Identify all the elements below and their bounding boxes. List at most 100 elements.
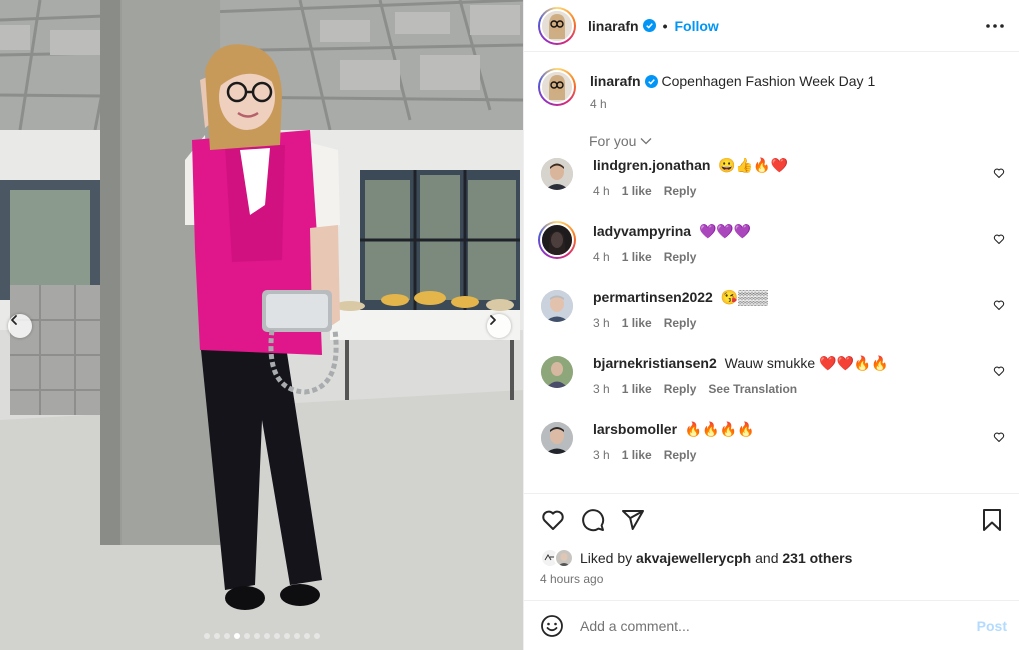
comment-text: Wauw smukke ❤️❤️🔥🔥: [724, 355, 889, 371]
verified-icon: [644, 75, 658, 88]
comment-username[interactable]: lindgren.jonathan: [593, 157, 710, 173]
reply-button[interactable]: Reply: [664, 316, 697, 330]
avatar-image: [542, 72, 572, 102]
heart-icon[interactable]: [993, 299, 1005, 311]
post-photo: [0, 0, 523, 650]
follow-button[interactable]: Follow: [674, 18, 718, 34]
separator-dot: •: [662, 17, 668, 34]
post-header: linarafn • Follow: [524, 0, 1019, 52]
carousel-next-button[interactable]: [487, 314, 511, 338]
comment-input[interactable]: [580, 617, 977, 634]
liked-by-prefix: Liked by: [580, 550, 633, 566]
more-icon: [986, 23, 1004, 28]
author-avatar[interactable]: [538, 6, 576, 45]
carousel-dot: [253, 633, 260, 639]
comment-time: 3 h: [593, 382, 610, 396]
carousel-dot: [273, 633, 280, 639]
carousel-dot: [203, 633, 210, 639]
carousel-dot: [303, 633, 310, 639]
carousel-dot: [223, 633, 230, 639]
save-button[interactable]: [979, 507, 1005, 533]
share-button[interactable]: [620, 507, 646, 533]
comment-item: bjarnekristiansen2 Wauw smukke ❤️❤️🔥🔥 3 …: [538, 353, 1007, 405]
reply-button[interactable]: Reply: [664, 250, 697, 264]
comment-button[interactable]: [580, 507, 606, 533]
liked-by-user[interactable]: akvajewellerycph: [636, 550, 751, 566]
post-time[interactable]: 4 hours ago: [524, 572, 1019, 586]
avatar-image: [541, 290, 573, 322]
comment-likes[interactable]: 1 like: [622, 448, 652, 462]
heart-icon[interactable]: [993, 233, 1005, 245]
avatar-image: [541, 158, 573, 190]
carousel-dots: [0, 633, 523, 639]
avatar-image: [541, 422, 573, 454]
avatar-image: [542, 10, 572, 41]
reply-button[interactable]: Reply: [664, 382, 697, 396]
comment-username[interactable]: bjarnekristiansen2: [593, 355, 717, 371]
see-translation-button[interactable]: See Translation: [708, 382, 797, 396]
comment-time: 3 h: [593, 316, 610, 330]
commenter-avatar[interactable]: [541, 158, 573, 190]
commenter-avatar[interactable]: [541, 356, 573, 388]
avatar-image: [542, 225, 572, 255]
emoji-icon[interactable]: [540, 614, 564, 638]
heart-icon[interactable]: [993, 167, 1005, 179]
carousel-dot: [233, 633, 240, 639]
like-button[interactable]: [540, 507, 566, 533]
heart-icon[interactable]: [993, 365, 1005, 377]
for-you-dropdown[interactable]: For you: [589, 133, 652, 149]
comment-text: 🔥🔥🔥🔥: [684, 421, 755, 437]
comment-username[interactable]: permartinsen2022: [593, 289, 713, 305]
comment-likes[interactable]: 1 like: [622, 250, 652, 264]
carousel-dot: [213, 633, 220, 639]
comment-item: ladyvampyrina 💜💜💜 4 h 1 like Reply: [538, 221, 1007, 273]
author-username[interactable]: linarafn: [588, 18, 639, 34]
comment-item: permartinsen2022 😘▒▒▒ 3 h 1 like Reply: [538, 287, 1007, 339]
caption-time: 4 h: [590, 97, 607, 111]
caption-username[interactable]: linarafn: [590, 73, 641, 89]
carousel-dot: [293, 633, 300, 639]
comment-text: 😘▒▒▒: [720, 289, 768, 305]
post-comment-button[interactable]: Post: [977, 618, 1007, 634]
commenter-avatar[interactable]: [541, 422, 573, 454]
comment-username[interactable]: ladyvampyrina: [593, 223, 691, 239]
likes-summary: Liked by akvajewellerycph and 231 others: [524, 546, 1019, 570]
commenter-avatar[interactable]: [538, 221, 576, 259]
liked-by-and: and: [755, 550, 779, 566]
post-actions: [524, 494, 1019, 546]
comment-text: 😀👍🔥❤️: [718, 157, 789, 173]
comment-likes[interactable]: 1 like: [622, 382, 652, 396]
avatar-image: [556, 550, 572, 566]
verified-icon: [642, 19, 656, 32]
carousel-dot: [283, 633, 290, 639]
for-you-label: For you: [589, 133, 637, 149]
comment-item: lindgren.jonathan 😀👍🔥❤️ 4 h 1 like Reply: [538, 155, 1007, 207]
carousel-dot: [313, 633, 320, 639]
comment-text: 💜💜💜: [698, 223, 752, 239]
carousel-prev-button[interactable]: [8, 314, 32, 338]
comment-username[interactable]: larsbomoller: [593, 421, 677, 437]
reply-button[interactable]: Reply: [664, 448, 697, 462]
comment-time: 3 h: [593, 448, 610, 462]
comment-time: 4 h: [593, 250, 610, 264]
liker-avatar[interactable]: [554, 548, 574, 568]
carousel-dot: [263, 633, 270, 639]
comment-likes[interactable]: 1 like: [622, 184, 652, 198]
comment-item: larsbomoller 🔥🔥🔥🔥 3 h 1 like Reply: [538, 419, 1007, 471]
commenter-avatar[interactable]: [541, 290, 573, 322]
caption-avatar[interactable]: [538, 68, 576, 106]
caption-text: Copenhagen Fashion Week Day 1: [661, 73, 876, 89]
post-caption: linarafn Copenhagen Fashion Week Day 1 4…: [538, 68, 1007, 111]
more-options-button[interactable]: [983, 14, 1007, 38]
reply-button[interactable]: Reply: [664, 184, 697, 198]
comment-icon: [582, 509, 605, 532]
comment-time: 4 h: [593, 184, 610, 198]
save-icon: [983, 509, 1001, 531]
chevron-left-icon: [11, 315, 17, 325]
comment-likes[interactable]: 1 like: [622, 316, 652, 330]
heart-icon[interactable]: [993, 431, 1005, 443]
comments-section[interactable]: linarafn Copenhagen Fashion Week Day 1 4…: [524, 52, 1019, 494]
likes-count-link[interactable]: 231 others: [782, 550, 852, 566]
fashion-photo: [0, 0, 523, 650]
chevron-right-icon: [490, 315, 496, 325]
